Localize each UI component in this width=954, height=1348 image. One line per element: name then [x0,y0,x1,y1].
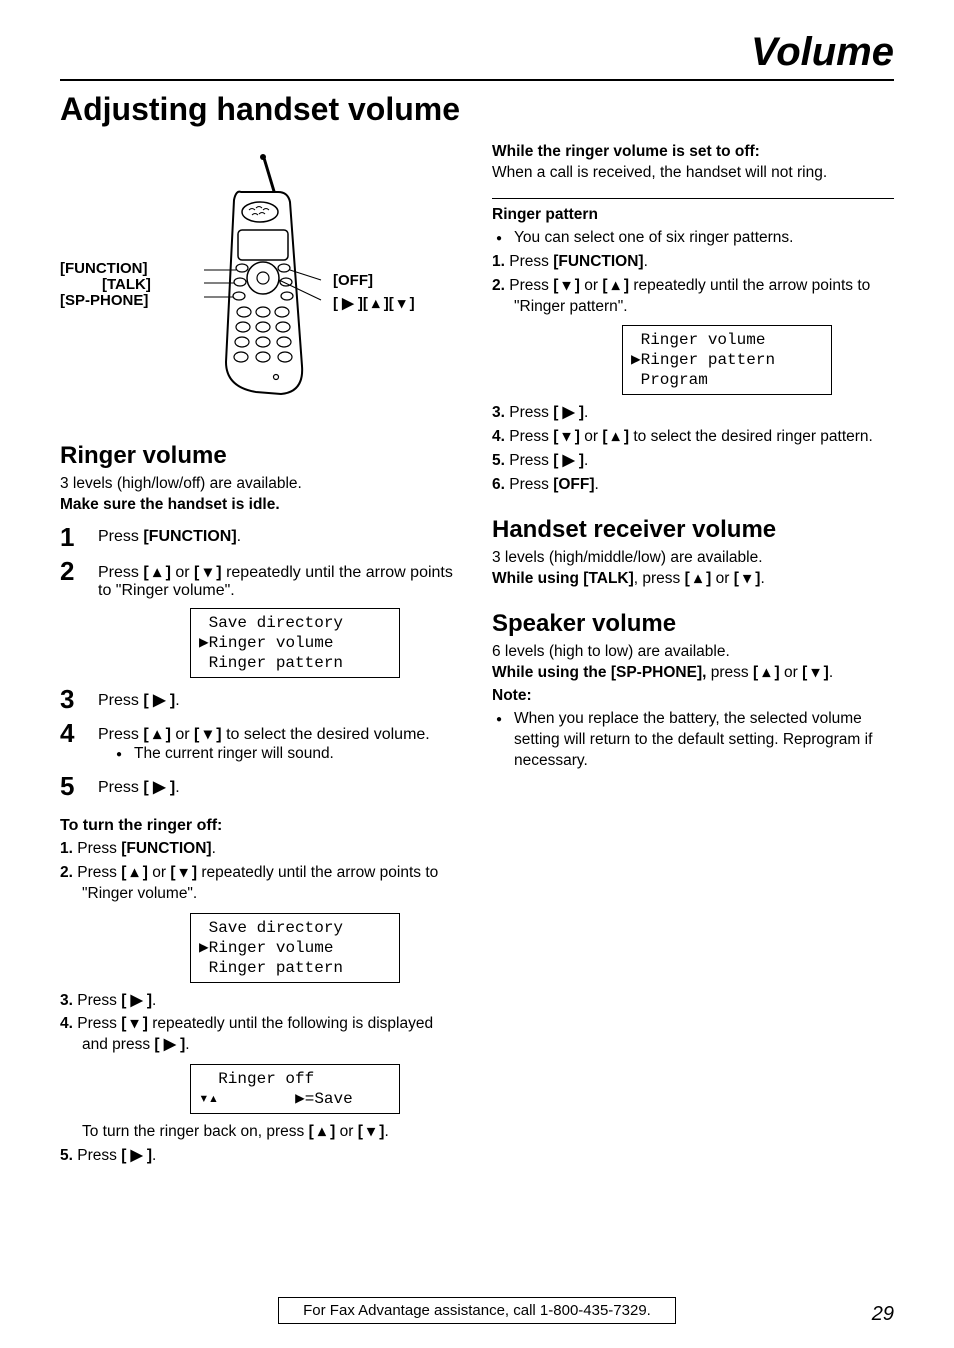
pattern-step-1: 1. Press [FUNCTION]. [492,252,894,273]
lcd-display-pattern: Ringer volume ▶Ringer pattern Program [622,325,832,395]
ringer-volume-heading: Ringer volume [60,442,462,470]
step-2: 2 Press [ ▴ ] or [ ▾ ] repeatedly until … [60,558,462,600]
ringer-pattern-heading: Ringer pattern [492,205,894,226]
ringer-levels-text: 3 levels (high/low/off) are available. [60,474,462,495]
speaker-volume-heading: Speaker volume [492,610,894,638]
receiver-instruction: While using [TALK], press [ ▴ ] or [ ▾ ]… [492,569,894,590]
step-number: 2 [60,558,84,584]
down-key: [ ▾ ] [553,277,580,294]
lcd-display-3: Ringer off ▾▴ ▶=Save [190,1064,400,1114]
left-column: [FUNCTION] [TALK] [SP-PHONE] [OFF] [ ▶ ]… [60,142,462,1170]
sp-phone-key: [SP-PHONE] [611,664,702,681]
down-key: [ ▾ ] [734,570,761,587]
off-key: [OFF] [553,476,594,493]
step-4-bullet: The current ringer will sound. [98,744,462,765]
right-key: [ ▶ ] [154,1036,185,1053]
up-key: [ ▴ ] [309,1123,336,1140]
talk-key: [TALK] [583,570,634,587]
step-1: 1 Press [FUNCTION]. [60,524,462,550]
down-key: [ ▾ ] [121,1015,148,1032]
off-step-3: 3. Press [ ▶ ]. [60,991,462,1012]
label-talk: [TALK] [102,276,151,293]
function-key: [FUNCTION] [553,253,643,270]
receiver-levels-text: 3 levels (high/middle/low) are available… [492,548,894,569]
speaker-levels-text: 6 levels (high to low) are available. [492,642,894,663]
down-key: [ ▾ ] [802,664,829,681]
off-step-2: 2. Press [ ▴ ] or [ ▾ ] repeatedly until… [60,863,462,905]
function-key: [FUNCTION] [143,528,236,545]
receiver-volume-heading: Handset receiver volume [492,516,894,544]
up-key: [ ▴ ] [143,564,171,581]
speaker-instruction: While using the [SP-PHONE], press [ ▴ ] … [492,663,894,684]
step-number: 4 [60,720,84,746]
footer-text: For Fax Advantage assistance, call 1-800… [278,1297,676,1324]
section-title: Adjusting handset volume [60,91,894,128]
up-key: [ ▴ ] [143,726,171,743]
up-key: [ ▴ ] [685,570,712,587]
off-step-4: 4. Press [ ▾ ] repeatedly until the foll… [60,1014,462,1056]
step-number: 3 [60,686,84,712]
while-off-text: When a call is received, the handset wil… [492,163,894,184]
right-key: [ ▶ ] [121,992,152,1009]
label-sp-phone: [SP-PHONE] [60,292,148,309]
step-5: 5 Press [ ▶ ]. [60,773,462,799]
step-number: 5 [60,773,84,799]
step-4: 4 Press [ ▴ ] or [ ▾ ] to select the des… [60,720,462,765]
while-off-heading: While the ringer volume is set to off: [492,142,894,163]
step-number: 1 [60,524,84,550]
pattern-step-4: 4. Press [ ▾ ] or [ ▴ ] to select the de… [492,427,894,448]
label-function: [FUNCTION] [60,260,147,277]
ringer-idle-text: Make sure the handset is idle. [60,495,462,516]
title-divider [60,79,894,81]
handset-diagram: [FUNCTION] [TALK] [SP-PHONE] [OFF] [ ▶ ]… [60,152,462,412]
right-key: [ ▶ ] [143,692,175,709]
right-key: [ ▶ ] [553,404,584,421]
down-key: [ ▾ ] [170,864,197,881]
footer: For Fax Advantage assistance, call 1-800… [0,1297,954,1324]
right-key: [ ▶ ] [143,779,175,796]
lcd-display-1: Save directory ▶Ringer volume Ringer pat… [190,608,400,678]
right-key: [ ▶ ] [553,452,584,469]
page-title: Volume [60,30,894,75]
page-number: 29 [872,1303,894,1326]
label-arrows: [ ▶ ][ ▴ ][ ▾ ] [333,294,415,312]
lcd-display-2: Save directory ▶Ringer volume Ringer pat… [190,913,400,983]
down-key: [ ▾ ] [194,726,222,743]
ringer-back-on: To turn the ringer back on, press [ ▴ ] … [60,1122,462,1143]
divider [492,198,894,199]
ringer-off-heading: To turn the ringer off: [60,817,462,835]
up-key: [ ▴ ] [602,428,629,445]
label-off: [OFF] [333,272,373,289]
note-heading: Note: [492,686,894,707]
handset-illustration [186,152,336,402]
pattern-step-5: 5. Press [ ▶ ]. [492,451,894,472]
pattern-bullet: You can select one of six ringer pattern… [492,228,894,249]
down-key: [ ▾ ] [553,428,580,445]
right-column: While the ringer volume is set to off: W… [492,142,894,1170]
down-key: [ ▾ ] [358,1123,385,1140]
up-key: [ ▴ ] [602,277,629,294]
function-key: [FUNCTION] [121,840,211,857]
up-key: [ ▴ ] [753,664,780,681]
off-step-5: 5. Press [ ▶ ]. [60,1146,462,1167]
pattern-step-3: 3. Press [ ▶ ]. [492,403,894,424]
down-key: [ ▾ ] [194,564,222,581]
step-3: 3 Press [ ▶ ]. [60,686,462,712]
off-step-1: 1. Press [FUNCTION]. [60,839,462,860]
note-bullet: When you replace the battery, the select… [492,709,894,772]
pattern-step-6: 6. Press [OFF]. [492,475,894,496]
right-key: [ ▶ ] [121,1147,152,1164]
up-key: [ ▴ ] [121,864,148,881]
pattern-step-2: 2. Press [ ▾ ] or [ ▴ ] repeatedly until… [492,276,894,318]
